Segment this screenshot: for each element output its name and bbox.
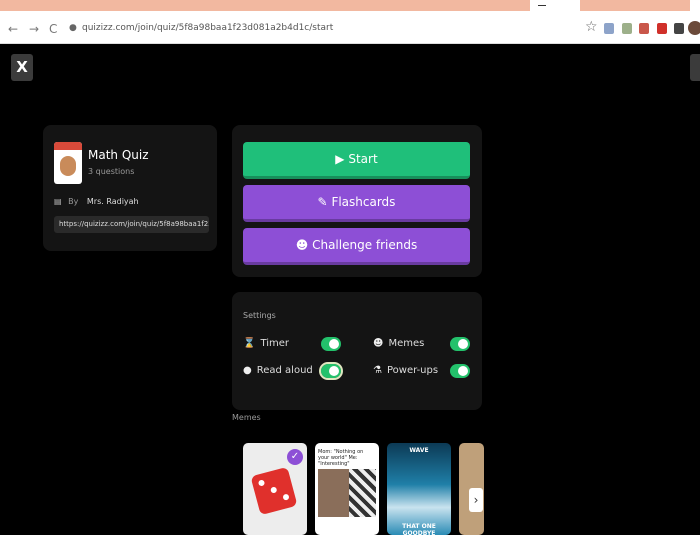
meme-card-dice[interactable]: ✓ [243, 443, 307, 535]
quiz-thumbnail [54, 142, 82, 184]
smiley-icon: ☻ [373, 338, 384, 349]
share-link[interactable]: https://quizizz.com/join/quiz/5f8a98baa1… [54, 216, 209, 233]
read-aloud-toggle[interactable] [319, 362, 343, 380]
browser-tab-strip [0, 0, 700, 14]
lock-icon: ● [69, 23, 77, 33]
play-icon: ▶ [335, 152, 345, 166]
browser-tab[interactable] [0, 0, 530, 11]
memes-option: ☻ Memes [373, 338, 425, 349]
meme-card-chess[interactable]: Mom: "Nothing on your world" Me: "Intere… [315, 443, 379, 535]
settings-title: Settings [243, 311, 276, 320]
hourglass-icon: ⌛ [243, 338, 256, 349]
address-bar: ← → C ● quizizz.com/join/quiz/5f8a98baa1… [0, 14, 700, 44]
group-icon: ☻ [295, 238, 309, 252]
challenge-friends-button[interactable]: ☻ Challenge friends [243, 228, 470, 265]
quiz-title: Math Quiz [88, 148, 149, 162]
quiz-info-card: Math Quiz 3 questions ▤ By Mrs. Radiyah … [43, 125, 217, 251]
forward-icon[interactable]: → [29, 22, 39, 36]
read-aloud-option: ● Read aloud [243, 365, 313, 376]
speech-bubble-icon: ● [243, 365, 252, 376]
dice-image [250, 466, 298, 516]
extension-icon[interactable] [622, 23, 632, 34]
start-label: Start [348, 152, 378, 166]
flashcards-label: Flashcards [331, 195, 396, 209]
by-label: By [68, 197, 79, 206]
checkmark-icon: ✓ [287, 449, 303, 465]
memes-section-title: Memes [232, 413, 261, 422]
actions-card: ▶ Start ✎ Flashcards ☻ Challenge friends [232, 125, 482, 277]
fullscreen-button[interactable] [690, 54, 700, 81]
meme-bottom-text: THAT ONE GOODBYE [402, 523, 436, 535]
document-icon: ▤ [54, 197, 62, 206]
power-ups-toggle[interactable] [450, 364, 470, 378]
meme-caption: Mom: "Nothing on your world" Me: "Intere… [318, 449, 364, 467]
puzzle-icon[interactable] [674, 23, 684, 34]
chevron-right-icon[interactable]: › [469, 488, 483, 512]
extension-icon[interactable] [657, 23, 667, 34]
potion-icon: ⚗ [373, 365, 382, 376]
power-ups-option: ⚗ Power-ups [373, 365, 439, 376]
meme-card-wave[interactable]: WAVE THAT ONE GOODBYE [387, 443, 451, 535]
extension-icon[interactable] [639, 23, 649, 34]
timer-option: ⌛ Timer [243, 338, 290, 349]
minimize-icon[interactable] [538, 5, 546, 6]
author-row: ▤ By Mrs. Radiyah [54, 197, 139, 206]
back-icon[interactable]: ← [8, 22, 18, 36]
flashcards-button[interactable]: ✎ Flashcards [243, 185, 470, 222]
bookmark-star-icon[interactable]: ☆ [585, 19, 598, 35]
memes-toggle[interactable] [450, 337, 470, 351]
settings-card: Settings ⌛ Timer ☻ Memes ● Read aloud ⚗ Powe… [232, 292, 482, 410]
url-field[interactable]: quizizz.com/join/quiz/5f8a98baa1f23d081a… [82, 23, 333, 33]
edit-icon: ✎ [317, 195, 328, 209]
extension-icon[interactable] [604, 23, 614, 34]
author-name: Mrs. Radiyah [86, 197, 139, 206]
chessboard-image [349, 469, 376, 517]
meme-top-text: WAVE [409, 447, 429, 454]
profile-avatar[interactable] [688, 21, 700, 35]
start-button[interactable]: ▶ Start [243, 142, 470, 179]
question-count: 3 questions [88, 167, 135, 176]
close-button[interactable]: X [11, 54, 33, 81]
reload-icon[interactable]: C [49, 22, 57, 36]
browser-tab[interactable] [580, 0, 690, 11]
challenge-label: Challenge friends [312, 238, 418, 252]
timer-toggle[interactable] [321, 337, 341, 351]
